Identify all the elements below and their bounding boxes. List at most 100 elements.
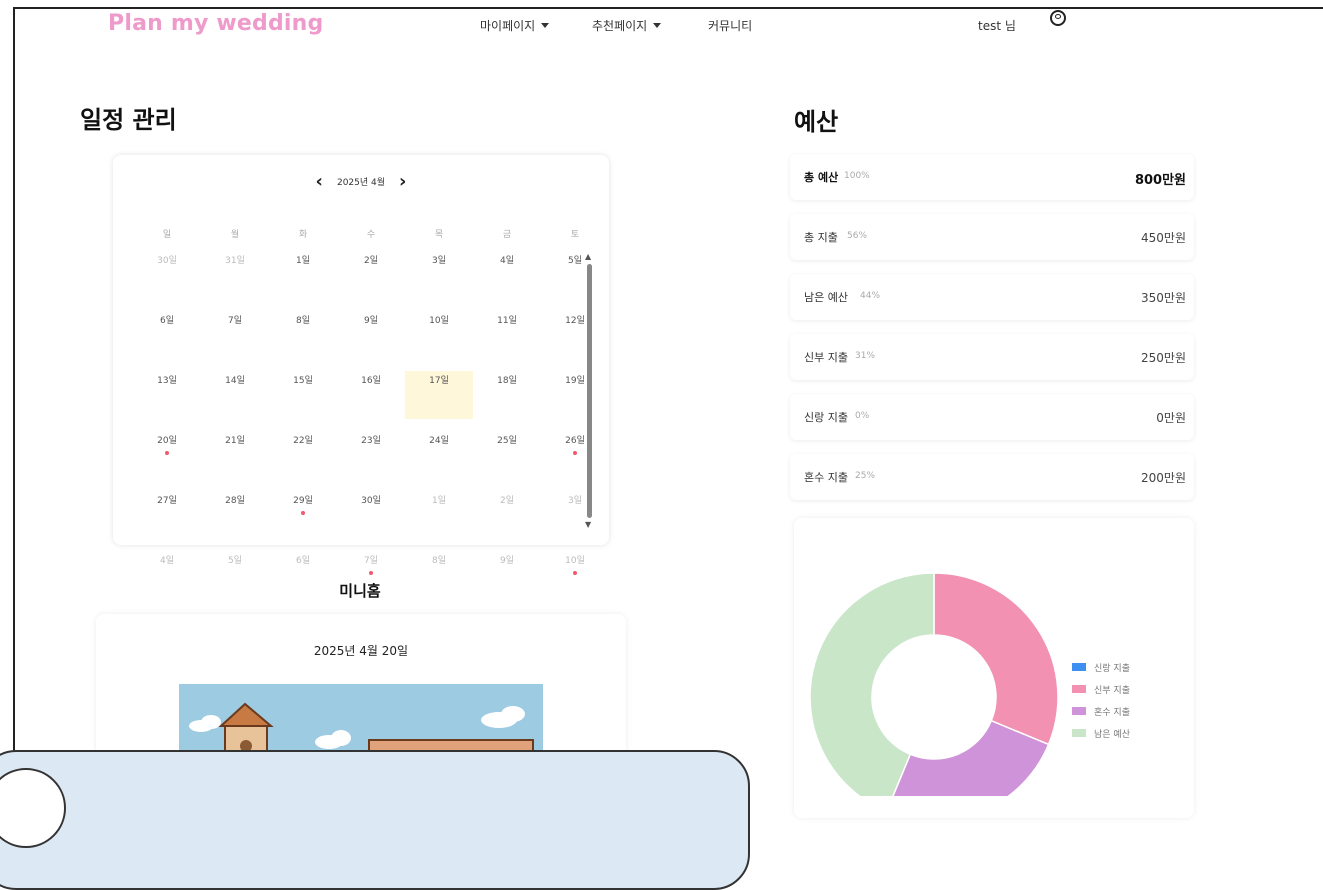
chart-legend: 신랑 지출신부 지출혼수 지출 남은 예산 xyxy=(1072,656,1130,744)
calendar-day-number: 2일 xyxy=(499,496,514,506)
calendar-day[interactable]: 25일 xyxy=(473,431,541,479)
event-dot xyxy=(165,451,169,455)
calendar-day[interactable]: 20일 xyxy=(133,431,201,479)
budget-amount: 800만원 xyxy=(1134,173,1186,188)
user-greeting: test 님 xyxy=(978,19,1016,33)
calendar-day[interactable]: 5일 xyxy=(541,251,609,299)
legend-item[interactable]: 신부 지출 xyxy=(1072,678,1130,700)
calendar-day[interactable]: 7일 xyxy=(201,311,269,359)
calendar-day-number: 13일 xyxy=(157,376,177,386)
budget-row: 남은 예산 44% 350만원 xyxy=(790,274,1194,320)
weekday-label: 월 xyxy=(230,230,240,240)
calendar-day[interactable]: 14일 xyxy=(201,371,269,419)
calendar-day[interactable]: 10일 xyxy=(405,311,473,359)
calendar-day[interactable]: 21일 xyxy=(201,431,269,479)
calendar-day[interactable]: 19일 xyxy=(541,371,609,419)
calendar-day-number: 21일 xyxy=(225,436,245,446)
calendar-day-number: 14일 xyxy=(225,376,245,386)
calendar-day[interactable]: 30일 xyxy=(133,251,201,299)
calendar-day[interactable]: 1일 xyxy=(405,491,473,539)
calendar-day[interactable]: 9일 xyxy=(337,311,405,359)
top-nav: Plan my wedding 마이페이지 추천페이지 커뮤니티 test 님 xyxy=(92,8,1084,44)
calendar-day[interactable]: 23일 xyxy=(337,431,405,479)
calendar-day-number: 5일 xyxy=(567,256,582,266)
budget-row: 신랑 지출 0% 0만원 xyxy=(790,394,1194,440)
calendar-day-number: 9일 xyxy=(363,316,378,326)
calendar-day[interactable]: 12일 xyxy=(541,311,609,359)
nav-menu-community[interactable]: 커뮤니티 xyxy=(708,17,752,34)
calendar-day[interactable]: 15일 xyxy=(269,371,337,419)
legend-item[interactable]: 혼수 지출 xyxy=(1072,700,1130,722)
minihome-title: 미니홈 xyxy=(339,582,381,600)
minihome-date: 2025년 4월 20일 xyxy=(313,644,409,658)
budget-percent: 44% xyxy=(860,291,881,301)
scroll-down-icon[interactable]: ▼ xyxy=(585,520,591,529)
user-profile-icon[interactable] xyxy=(1050,10,1066,26)
calendar-day-number: 28일 xyxy=(225,496,245,506)
calendar-day[interactable]: 26일 xyxy=(541,431,609,479)
calendar-day[interactable]: 8일 xyxy=(269,311,337,359)
calendar-day[interactable]: 18일 xyxy=(473,371,541,419)
calendar-day-number: 29일 xyxy=(293,496,313,506)
calendar-day[interactable]: 3일 xyxy=(541,491,609,539)
calendar-month-label: 2025년 4월 xyxy=(336,177,386,188)
legend-item[interactable]: 남은 예산 xyxy=(1072,722,1130,744)
legend-item[interactable]: 신랑 지출 xyxy=(1072,656,1130,678)
calendar-day-number: 7일 xyxy=(227,316,242,326)
weekday-label: 화 xyxy=(298,230,308,240)
calendar-day-number: 6일 xyxy=(159,316,174,326)
calendar-day[interactable]: 6일 xyxy=(133,311,201,359)
calendar-day-number: 17일 xyxy=(429,376,449,386)
calendar-day-number: 16일 xyxy=(361,376,381,386)
calendar-day[interactable]: 1일 xyxy=(269,251,337,299)
budget-percent: 31% xyxy=(855,351,876,361)
weekday-label: 일 xyxy=(162,230,172,240)
calendar-day[interactable]: 16일 xyxy=(337,371,405,419)
calendar-day-number: 1일 xyxy=(431,496,446,506)
chevron-left-icon[interactable]: ‹ xyxy=(316,171,323,192)
calendar-day[interactable]: 3일 xyxy=(405,251,473,299)
budget-row: 총 지출 56% 450만원 xyxy=(790,214,1194,260)
calendar-day[interactable]: 27일 xyxy=(133,491,201,539)
legend-label: 신부 지출 xyxy=(1094,685,1130,696)
calendar-scrollbar[interactable]: ▲ ▼ xyxy=(584,252,594,532)
chevron-right-icon[interactable]: › xyxy=(399,171,406,192)
scroll-thumb[interactable] xyxy=(587,264,592,518)
nav-menu-label: 마이페이지 xyxy=(480,19,536,33)
calendar-day-today[interactable]: 17일 xyxy=(405,371,473,419)
calendar-day[interactable]: 22일 xyxy=(269,431,337,479)
schedule-title: 일정 관리 xyxy=(80,106,177,134)
calendar-day[interactable]: 2일 xyxy=(337,251,405,299)
budget-amount: 450만원 xyxy=(1141,231,1186,245)
calendar-day-number: 4일 xyxy=(159,556,174,566)
calendar-day-number: 24일 xyxy=(429,436,449,446)
event-dot xyxy=(573,451,577,455)
nav-menu-mypage[interactable]: 마이페이지 xyxy=(480,17,550,34)
event-dot xyxy=(301,511,305,515)
budget-amount: 350만원 xyxy=(1141,291,1186,305)
calendar-day[interactable]: 29일 xyxy=(269,491,337,539)
calendar-day-number: 22일 xyxy=(293,436,313,446)
nav-menu-recommend[interactable]: 추천페이지 xyxy=(592,17,662,34)
calendar-day[interactable]: 13일 xyxy=(133,371,201,419)
calendar-day-number: 5일 xyxy=(227,556,242,566)
calendar-day-number: 10일 xyxy=(429,316,449,326)
budget-row: 혼수 지출 25% 200만원 xyxy=(790,454,1194,500)
event-dot xyxy=(369,571,373,575)
calendar-day-number: 18일 xyxy=(497,376,517,386)
scroll-up-icon[interactable]: ▲ xyxy=(585,252,591,261)
weekday-label: 금 xyxy=(502,230,512,240)
calendar-day-number: 27일 xyxy=(157,496,177,506)
calendar-day[interactable]: 30일 xyxy=(337,491,405,539)
calendar-day[interactable]: 11일 xyxy=(473,311,541,359)
calendar-day[interactable]: 31일 xyxy=(201,251,269,299)
budget-percent: 25% xyxy=(855,471,876,481)
budget-percent: 0% xyxy=(855,411,870,421)
brand-logo[interactable]: Plan my wedding xyxy=(108,11,323,36)
calendar-day[interactable]: 28일 xyxy=(201,491,269,539)
calendar-day[interactable]: 2일 xyxy=(473,491,541,539)
event-dot xyxy=(573,571,577,575)
budget-row: 총 예산 100% 800만원 xyxy=(790,154,1194,200)
calendar-day[interactable]: 4일 xyxy=(473,251,541,299)
calendar-day[interactable]: 24일 xyxy=(405,431,473,479)
